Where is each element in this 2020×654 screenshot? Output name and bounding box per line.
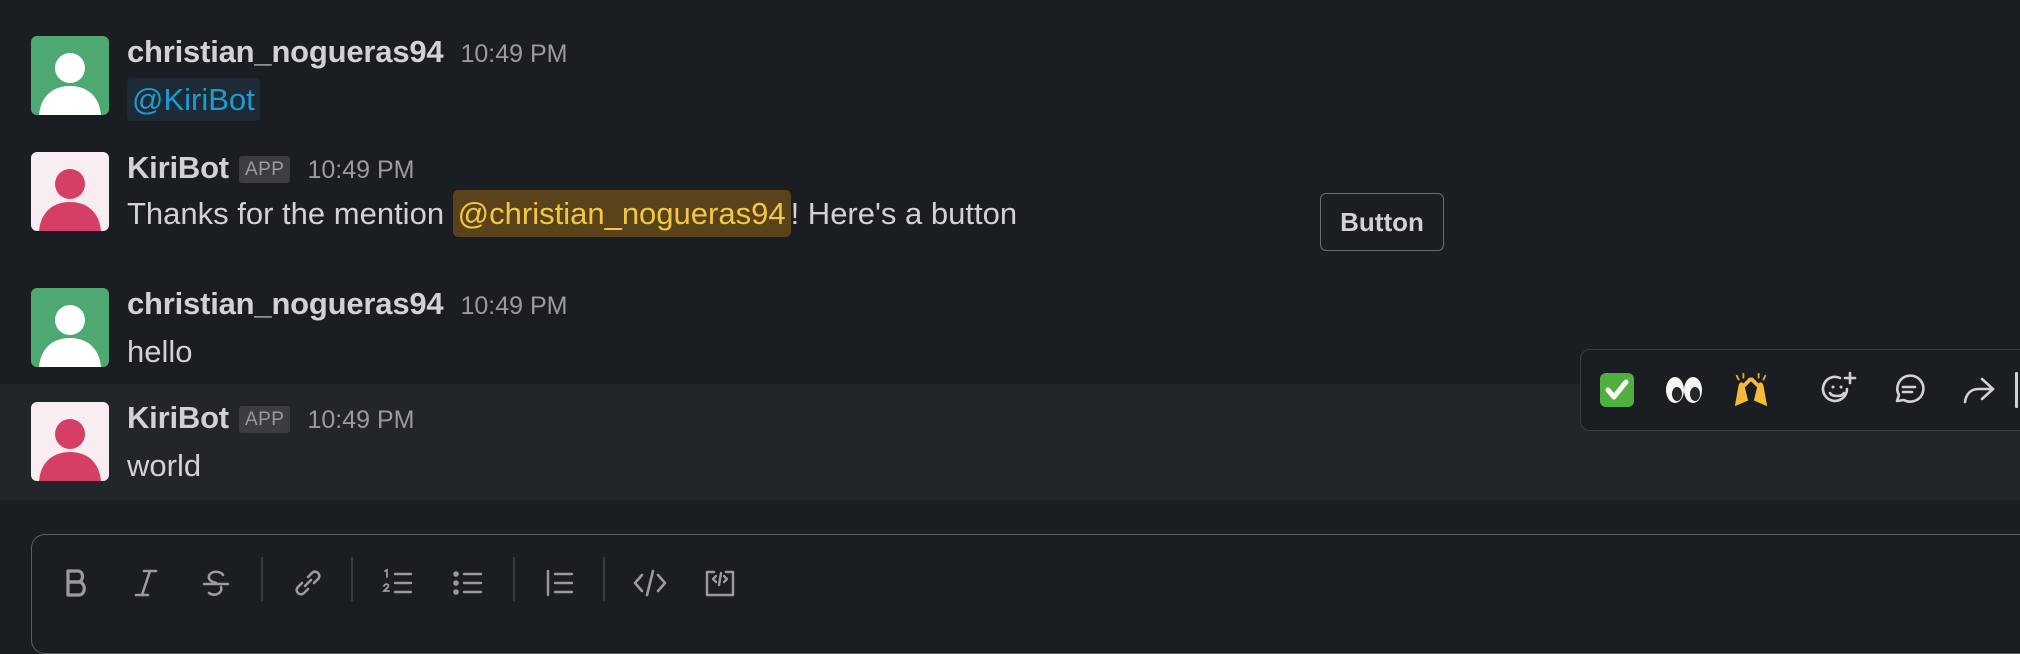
user-mention[interactable]: @KiriBot xyxy=(127,78,260,121)
message-composer[interactable] xyxy=(31,534,2020,654)
more-actions-icon[interactable] xyxy=(2015,372,2018,408)
username[interactable]: KiriBot xyxy=(127,150,229,186)
ordered-list-button[interactable] xyxy=(376,561,420,605)
code-button[interactable] xyxy=(628,561,672,605)
user-avatar-icon xyxy=(31,288,109,367)
avatar[interactable] xyxy=(31,36,109,115)
timestamp[interactable]: 10:49 PM xyxy=(307,406,414,435)
avatar[interactable] xyxy=(31,288,109,367)
toolbar-divider xyxy=(603,557,605,601)
italic-icon xyxy=(134,569,158,597)
share-message-icon xyxy=(1963,377,1995,404)
reply-in-thread-icon xyxy=(1895,374,1925,403)
raised-hands-icon xyxy=(1734,372,1768,407)
username[interactable]: christian_nogueras94 xyxy=(127,286,444,322)
message-text: hello xyxy=(127,334,193,369)
timestamp[interactable]: 10:49 PM xyxy=(307,156,414,185)
bulleted-list-button[interactable] xyxy=(446,561,490,605)
message-text-before: Thanks for the mention xyxy=(127,196,453,231)
message-text-after: ! Here's a button xyxy=(790,196,1018,231)
app-badge: APP xyxy=(238,156,291,183)
toolbar-divider xyxy=(261,557,263,601)
timestamp[interactable]: 10:49 PM xyxy=(460,292,567,321)
add-reaction-button[interactable] xyxy=(1819,370,1859,410)
username[interactable]: christian_nogueras94 xyxy=(127,34,444,70)
reaction-checkmark-button[interactable] xyxy=(1597,370,1637,410)
add-reaction-icon xyxy=(1821,371,1857,403)
username[interactable]: KiriBot xyxy=(127,400,229,436)
code-block-button[interactable] xyxy=(698,561,742,605)
bulleted-list-icon xyxy=(453,571,483,595)
reaction-eyes-button[interactable] xyxy=(1664,370,1704,410)
blockquote-button[interactable] xyxy=(538,561,582,605)
code-icon xyxy=(633,569,667,597)
white-check-mark-icon xyxy=(1600,373,1634,407)
share-message-button[interactable] xyxy=(1959,370,1999,410)
message-row[interactable]: christian_nogueras94 10:49 PM @KiriBot xyxy=(0,0,2020,138)
code-block-icon xyxy=(705,570,735,597)
block-action-button[interactable]: Button xyxy=(1320,193,1444,251)
user-avatar-icon xyxy=(31,36,109,115)
reaction-raised-hands-button[interactable] xyxy=(1731,370,1771,410)
ordered-list-icon xyxy=(381,568,413,594)
italic-button[interactable] xyxy=(124,561,168,605)
message-row[interactable]: KiriBot APP 10:49 PM Thanks for the ment… xyxy=(0,138,2020,276)
bot-avatar-icon xyxy=(31,152,109,231)
avatar[interactable] xyxy=(31,402,109,481)
bold-button[interactable] xyxy=(54,561,98,605)
toolbar-divider xyxy=(351,557,353,601)
timestamp[interactable]: 10:49 PM xyxy=(460,40,567,69)
eyes-icon xyxy=(1666,377,1702,403)
message-text: Thanks for the mention @christian_noguer… xyxy=(127,190,1018,237)
reply-in-thread-button[interactable] xyxy=(1889,370,1929,410)
message-actions-toolbar xyxy=(1580,349,2020,431)
blockquote-icon xyxy=(546,569,574,597)
strikethrough-icon xyxy=(202,570,230,596)
link-button[interactable] xyxy=(286,561,330,605)
link-icon xyxy=(295,570,321,596)
user-mention[interactable]: @christian_nogueras94 xyxy=(452,190,791,237)
app-badge: APP xyxy=(238,406,291,433)
message-text: @KiriBot xyxy=(127,78,260,121)
toolbar-divider xyxy=(513,557,515,601)
bot-avatar-icon xyxy=(31,402,109,481)
strikethrough-button[interactable] xyxy=(194,561,238,605)
avatar[interactable] xyxy=(31,152,109,231)
bold-icon xyxy=(66,569,86,597)
message-text: world xyxy=(127,448,202,483)
